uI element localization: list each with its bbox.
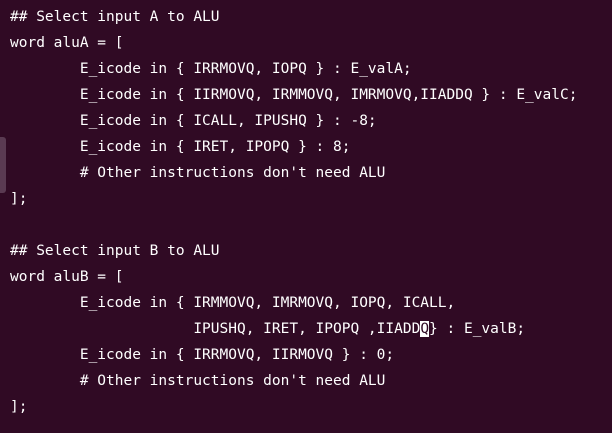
code-line-1[interactable]: ## Select input A to ALU <box>0 4 612 30</box>
code-line-10[interactable]: ## Select input B to ALU <box>0 238 612 264</box>
code-text: # Other instructions don't need ALU <box>10 165 386 181</box>
code-text: E_icode in { IRRMOVQ, IIRMOVQ } : 0; <box>10 347 395 363</box>
code-line-12[interactable]: E_icode in { IRMMOVQ, IMRMOVQ, IOPQ, ICA… <box>0 290 612 316</box>
code-line-4[interactable]: E_icode in { IIRMOVQ, IRMMOVQ, IMRMOVQ,I… <box>0 82 612 108</box>
code-line-2[interactable]: word aluA = [ <box>0 30 612 56</box>
code-text: } : E_valB; <box>429 321 526 337</box>
code-line-16[interactable]: ]; <box>0 394 612 420</box>
code-line-3[interactable]: E_icode in { IRRMOVQ, IOPQ } : E_valA; <box>0 56 612 82</box>
code-line-13[interactable]: IPUSHQ, IRET, IPOPQ ,IIADDQ} : E_valB; <box>0 316 612 342</box>
code-text: ## Select input A to ALU <box>10 9 220 25</box>
code-text: E_icode in { IRMMOVQ, IMRMOVQ, IOPQ, ICA… <box>10 295 456 311</box>
code-text: E_icode in { IRRMOVQ, IOPQ } : E_valA; <box>10 61 412 77</box>
text-cursor: Q <box>420 321 430 337</box>
code-line-15[interactable]: # Other instructions don't need ALU <box>0 368 612 394</box>
code-text: ## Select input B to ALU <box>10 243 220 259</box>
code-line-9[interactable] <box>0 212 612 238</box>
terminal-editor[interactable]: ## Select input A to ALU word aluA = [ E… <box>0 0 612 433</box>
code-line-6[interactable]: E_icode in { IRET, IPOPQ } : 8; <box>0 134 612 160</box>
code-text: word aluA = [ <box>10 35 124 51</box>
code-line-8[interactable]: ]; <box>0 186 612 212</box>
code-text: E_icode in { IIRMOVQ, IRMMOVQ, IMRMOVQ,I… <box>10 87 578 103</box>
code-line-14[interactable]: E_icode in { IRRMOVQ, IIRMOVQ } : 0; <box>0 342 612 368</box>
code-text: E_icode in { IRET, IPOPQ } : 8; <box>10 139 351 155</box>
code-text: ]; <box>10 399 28 415</box>
code-text: E_icode in { ICALL, IPUSHQ } : -8; <box>10 113 377 129</box>
code-line-11[interactable]: word aluB = [ <box>0 264 612 290</box>
code-line-5[interactable]: E_icode in { ICALL, IPUSHQ } : -8; <box>0 108 612 134</box>
code-text: word aluB = [ <box>10 269 124 285</box>
code-line-7[interactable]: # Other instructions don't need ALU <box>0 160 612 186</box>
code-text: # Other instructions don't need ALU <box>10 373 386 389</box>
code-text: ]; <box>10 191 28 207</box>
code-text: IPUSHQ, IRET, IPOPQ ,IIADD <box>10 321 421 337</box>
